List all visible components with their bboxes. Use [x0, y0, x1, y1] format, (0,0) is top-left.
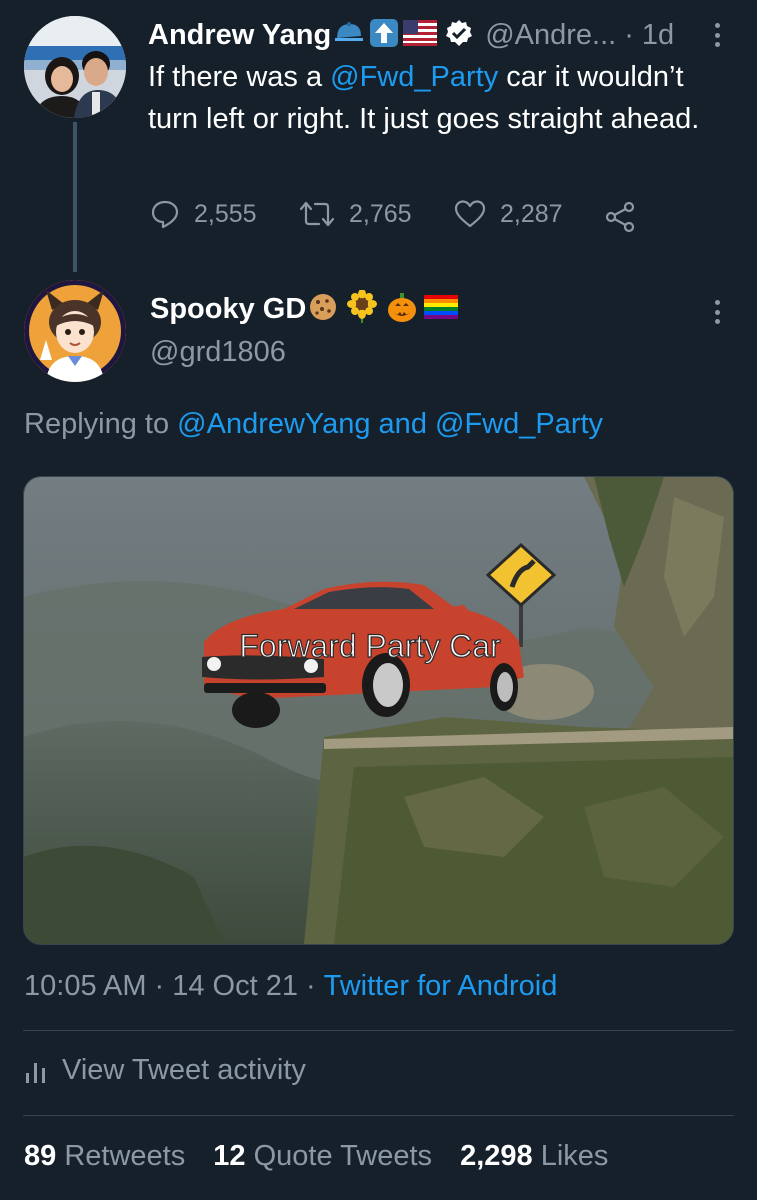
quotes-stat[interactable]: 12 Quote Tweets [213, 1140, 432, 1172]
author-name[interactable]: Andrew Yang [148, 19, 331, 52]
meta-separator: · [624, 18, 634, 51]
likes-stat[interactable]: 2,298 Likes [460, 1140, 608, 1172]
timestamp-dot-1: · [154, 970, 165, 1002]
tweet-source[interactable]: Twitter for Android [324, 970, 558, 1002]
retweets-stat-count: 89 [24, 1140, 57, 1172]
engagement-stats: 89 Retweets 12 Quote Tweets 2,298 Likes [24, 1140, 608, 1173]
view-activity-label: View Tweet activity [62, 1054, 306, 1086]
andrew-yang-avatar[interactable] [24, 16, 126, 118]
sunflower-emoji-icon [346, 288, 378, 329]
more-icon[interactable] [712, 23, 722, 47]
cookie-emoji-icon [308, 292, 338, 327]
reply-tweet-header: Spooky GD [150, 288, 459, 330]
tweet-age[interactable]: 1d [642, 19, 674, 52]
parent-tweet-header: Andrew Yang @Andre... · 1d [148, 14, 674, 56]
likes-stat-count: 2,298 [460, 1140, 533, 1172]
tweet-date[interactable]: 14 Oct 21 [172, 970, 298, 1002]
like-count: 2,287 [500, 199, 563, 228]
retweet-action[interactable]: 2,765 [299, 199, 412, 229]
timestamp-dot-2: · [305, 970, 316, 1002]
activity-chart-icon [26, 1062, 45, 1083]
like-icon [454, 200, 486, 228]
retweet-icon [299, 201, 335, 227]
rainbow-flag-emoji-icon [424, 294, 459, 324]
view-tweet-activity[interactable]: View Tweet activity [24, 1054, 306, 1087]
replying-mention-2[interactable]: @Fwd_Party [435, 408, 603, 440]
reply-author-name[interactable]: Spooky GD [150, 293, 306, 326]
retweet-count: 2,765 [349, 199, 412, 228]
tweet-time[interactable]: 10:05 AM [24, 970, 147, 1002]
verified-badge-icon [445, 19, 473, 52]
tweet-text-pre: If there was a [148, 61, 331, 93]
likes-stat-label: Likes [540, 1140, 609, 1172]
like-action[interactable]: 2,287 [454, 199, 563, 229]
reply-icon [151, 200, 179, 229]
quotes-stat-count: 12 [213, 1140, 246, 1172]
reply-action[interactable]: 2,555 [150, 199, 257, 229]
share-icon[interactable] [604, 201, 636, 238]
parent-tweet-text: If there was a @Fwd_Party car it wouldn’… [148, 56, 738, 140]
reply-author-handle[interactable]: @grd1806 [150, 336, 286, 369]
author-handle[interactable]: @Andre... [485, 19, 616, 52]
cap-emoji-icon [333, 18, 365, 53]
up-arrow-emoji-icon [369, 18, 399, 53]
spooky-gd-avatar[interactable] [24, 280, 126, 382]
meme-image[interactable]: Forward Party Car [23, 476, 734, 945]
divider-bottom [23, 1115, 734, 1116]
mention-link[interactable]: @Fwd_Party [330, 61, 498, 93]
tweet-timestamp-line: 10:05 AM · 14 Oct 21 · Twitter for Android [24, 970, 557, 1003]
thread-line [73, 122, 77, 272]
replying-to-line: Replying to @AndrewYang and @Fwd_Party [24, 408, 603, 441]
divider-top [23, 1030, 734, 1031]
retweets-stat[interactable]: 89 Retweets [24, 1140, 185, 1172]
meme-caption: Forward Party Car [239, 628, 501, 664]
replying-and: and [370, 408, 435, 440]
reply-count: 2,555 [194, 199, 257, 228]
quotes-stat-label: Quote Tweets [253, 1140, 433, 1172]
us-flag-emoji-icon [403, 19, 438, 51]
retweets-stat-label: Retweets [64, 1140, 186, 1172]
replying-prefix: Replying to [24, 408, 178, 440]
reply-more-icon[interactable] [712, 300, 722, 324]
replying-mention-1[interactable]: @AndrewYang [177, 408, 370, 440]
pumpkin-emoji-icon [386, 291, 418, 328]
